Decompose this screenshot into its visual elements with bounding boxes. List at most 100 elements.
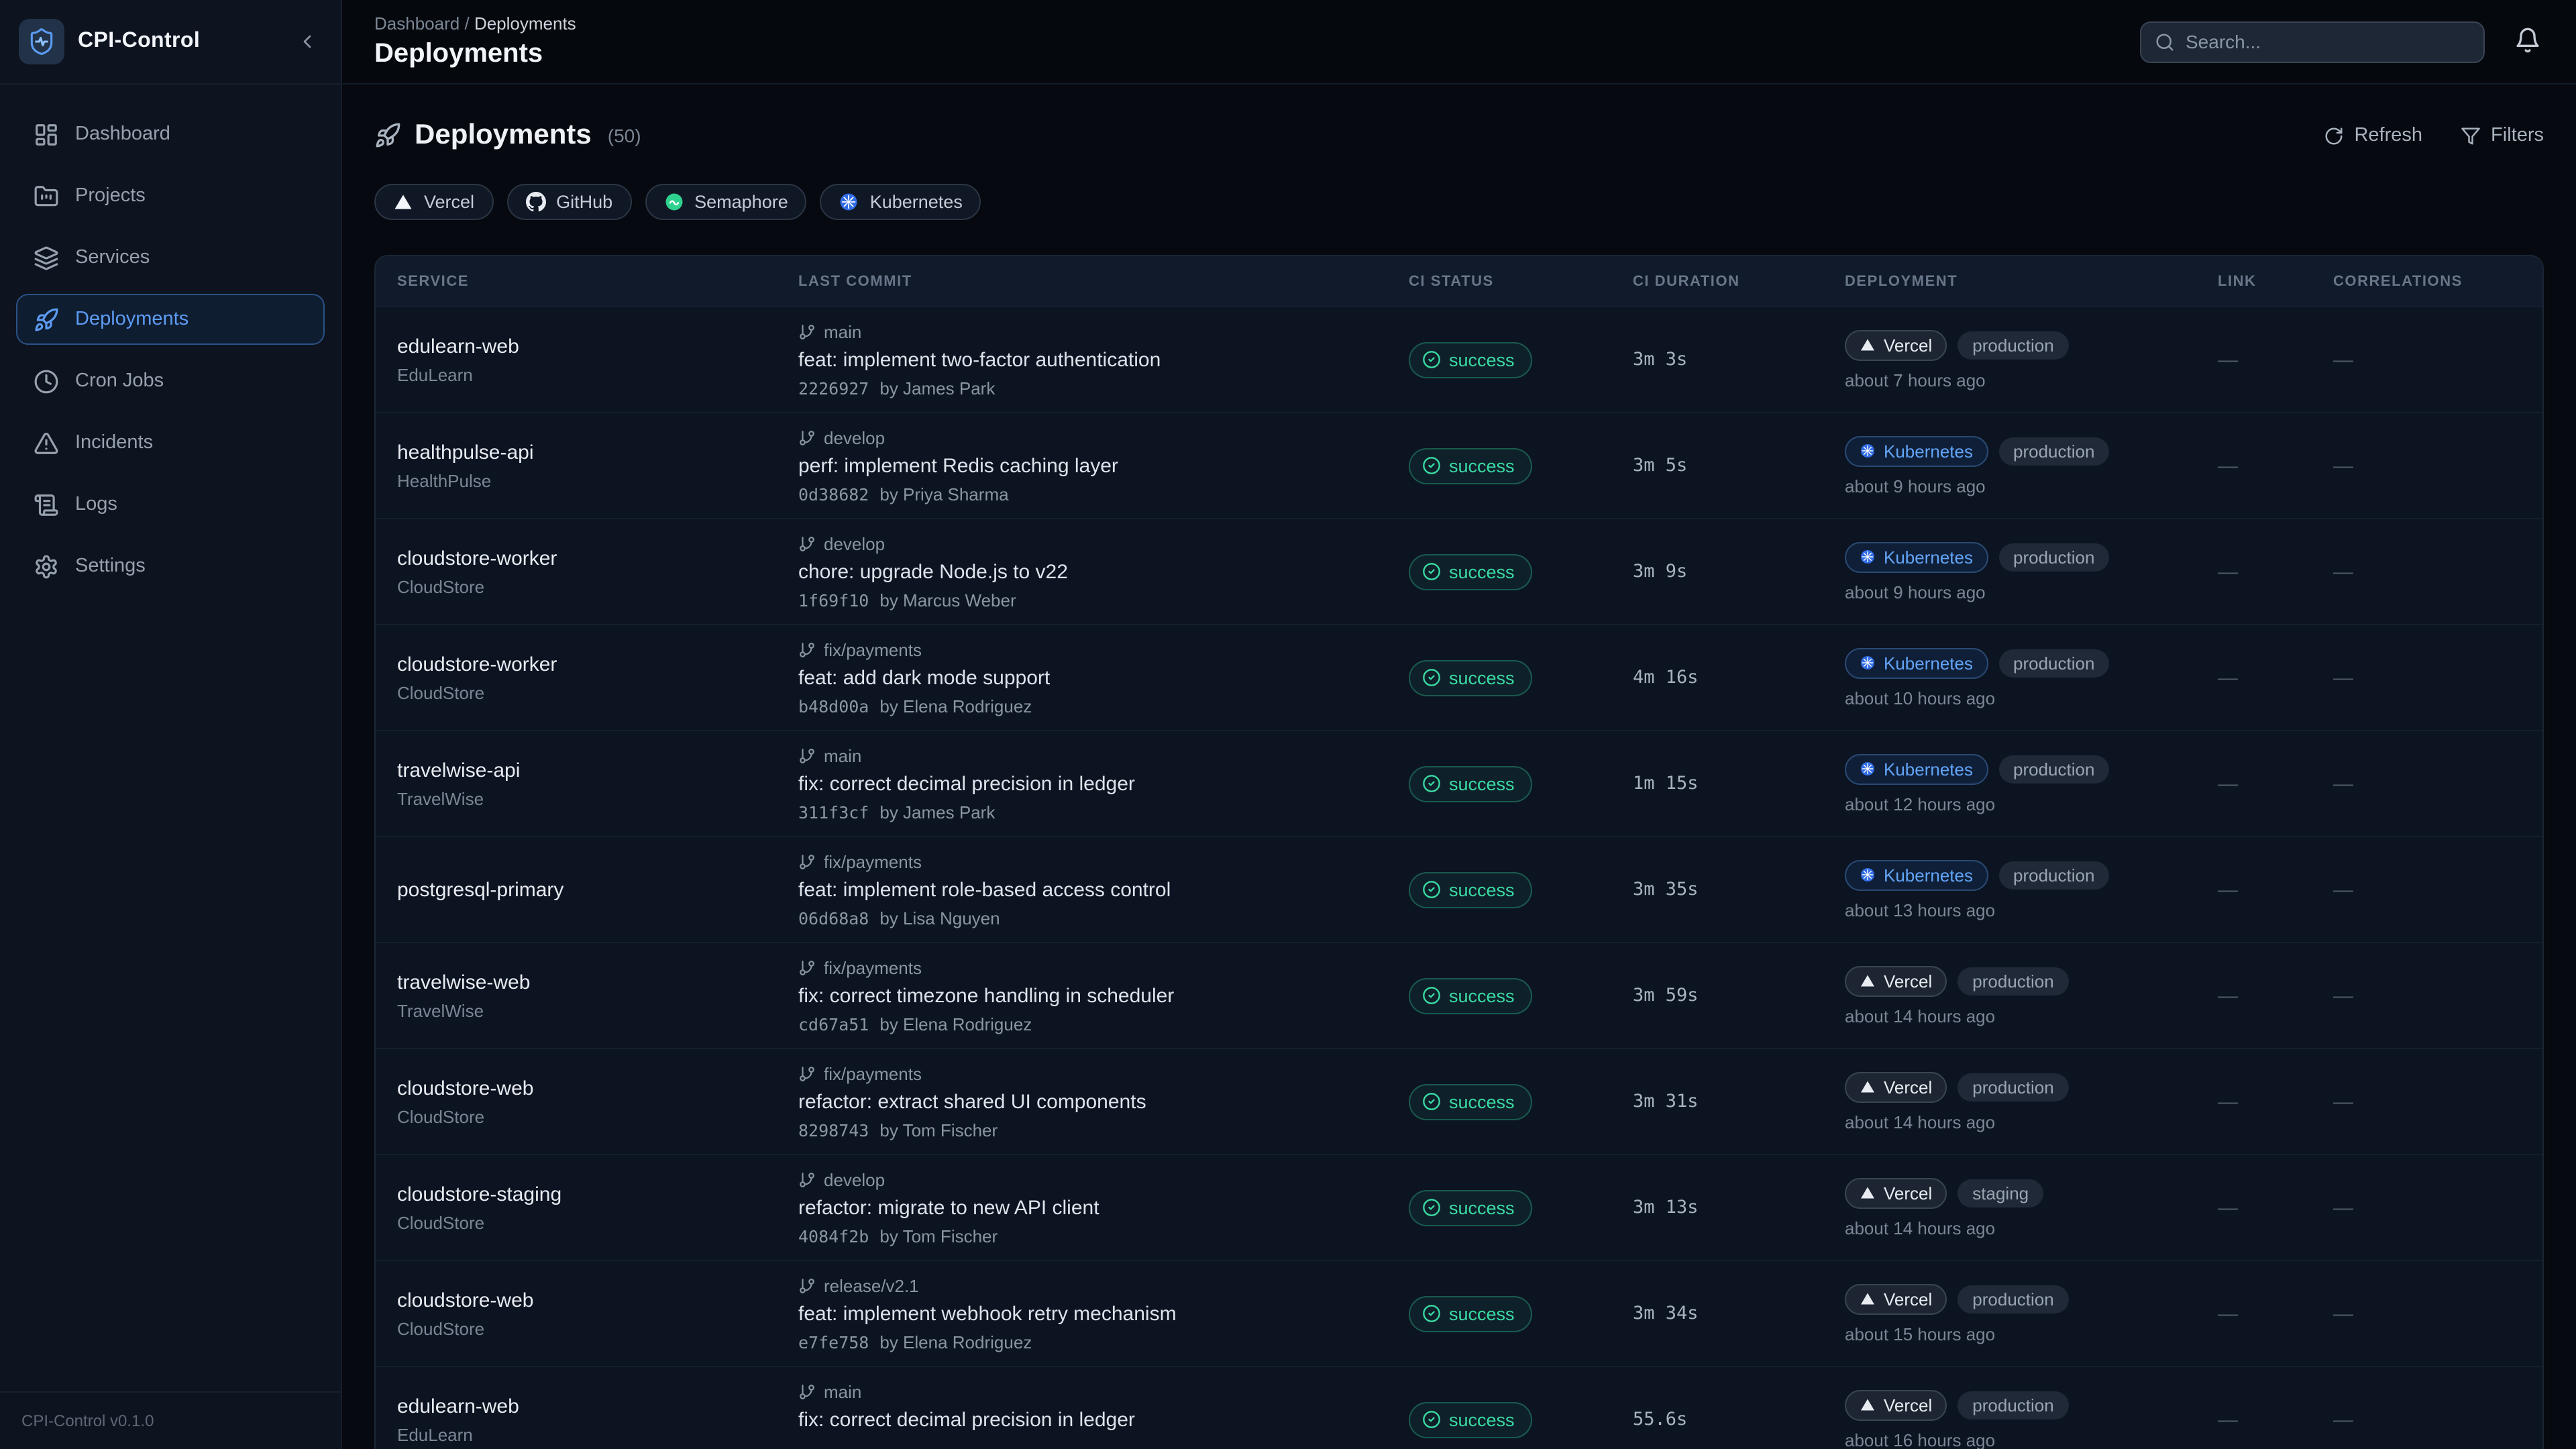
gear-icon <box>34 553 59 579</box>
table-row[interactable]: cloudstore-stagingCloudStoredeveloprefac… <box>376 1154 2542 1260</box>
deployment-cell: Vercelproductionabout 15 hours ago <box>1845 1283 2218 1344</box>
provider-badge: Kubernetes <box>1845 435 1988 466</box>
service-team: TravelWise <box>397 788 798 808</box>
sidebar-item-label: Services <box>75 247 150 268</box>
vercel-icon <box>1860 1079 1876 1095</box>
filters-button[interactable]: Filters <box>2460 125 2544 146</box>
deployment-time: about 12 hours ago <box>1845 794 2218 814</box>
git-branch-icon <box>798 641 816 658</box>
deployment-time: about 13 hours ago <box>1845 900 2218 920</box>
breadcrumb-parent[interactable]: Dashboard <box>374 13 460 34</box>
provider-badge: Kubernetes <box>1845 753 1988 784</box>
sidebar-header: CPI-Control <box>0 0 341 85</box>
table-row[interactable]: edulearn-webEduLearnmainfix: correct dec… <box>376 1366 2542 1449</box>
git-branch-icon <box>798 1171 816 1188</box>
correlations-cell: — <box>2333 560 2521 583</box>
refresh-button[interactable]: Refresh <box>2323 125 2422 146</box>
git-branch-icon <box>798 853 816 870</box>
git-branch-icon <box>798 429 816 446</box>
table-row[interactable]: healthpulse-apiHealthPulsedevelopperf: i… <box>376 412 2542 518</box>
filter-chip-kubernetes[interactable]: Kubernetes <box>820 184 981 220</box>
search-box <box>2140 21 2485 62</box>
commit-author: by Marcus Weber <box>879 590 1016 610</box>
git-branch-icon <box>798 959 816 976</box>
sidebar-item-label: Cron Jobs <box>75 370 164 392</box>
sidebar-collapse-button[interactable] <box>292 27 322 56</box>
dashboard-icon <box>34 121 59 147</box>
sidebar-item-incidents[interactable]: Incidents <box>16 417 325 468</box>
ci-duration: 3m 35s <box>1633 879 1845 900</box>
sidebar-item-projects[interactable]: Projects <box>16 170 325 221</box>
commit-cell: fix/paymentsfix: correct timezone handli… <box>798 957 1409 1034</box>
vercel-icon <box>393 192 413 212</box>
table-row[interactable]: edulearn-webEduLearnmainfeat: implement … <box>376 306 2542 412</box>
provider-badge: Vercel <box>1845 1177 1947 1208</box>
commit-hash: cd67a51 <box>798 1014 869 1034</box>
commit-cell: develop perf: implement Redis caching lay… <box>798 427 1409 504</box>
sidebar-item-deployments[interactable]: Deployments <box>16 294 325 345</box>
commit-branch: fix/payments <box>798 1063 1409 1083</box>
sidebar-item-dashboard[interactable]: Dashboard <box>16 109 325 160</box>
commit-branch: develop <box>798 427 1409 447</box>
commit-meta: 2226927by James Park <box>798 378 1409 398</box>
service-name: cloudstore-web <box>397 1077 798 1099</box>
check-circle-icon <box>1422 562 1441 581</box>
link-cell: — <box>2218 1408 2333 1431</box>
sidebar: CPI-Control Dashboard Projects Services Dep… <box>0 0 342 1449</box>
app-logo <box>19 19 64 64</box>
status-badge: success <box>1409 553 1532 590</box>
sidebar-item-cron-jobs[interactable]: Cron Jobs <box>16 356 325 407</box>
sidebar-item-services[interactable]: Services <box>16 232 325 283</box>
chip-label: GitHub <box>556 192 612 212</box>
service-cell: edulearn-webEduLearn <box>397 335 798 384</box>
table-row[interactable]: cloudstore-webCloudStorerelease/v2.1feat… <box>376 1260 2542 1366</box>
sidebar-item-settings[interactable]: Settings <box>16 541 325 592</box>
vercel-icon <box>1860 973 1876 989</box>
ci-status-cell: success <box>1409 447 1633 484</box>
ci-duration: 3m 9s <box>1633 561 1845 582</box>
commit-message: perf: implement Redis caching layer <box>798 454 1409 477</box>
table-row[interactable]: cloudstore-workerCloudStorefix/paymentsf… <box>376 624 2542 730</box>
notifications-bell-button[interactable] <box>2514 27 2544 56</box>
sidebar-item-label: Deployments <box>75 309 189 330</box>
commit-meta: 311f3cfby James Park <box>798 802 1409 822</box>
table-row[interactable]: cloudstore-webCloudStorefix/paymentsrefa… <box>376 1048 2542 1154</box>
deployment-time: about 10 hours ago <box>1845 688 2218 708</box>
deployment-cell: Kubernetesproductionabout 10 hours ago <box>1845 647 2218 708</box>
table-row[interactable]: travelwise-webTravelWisefix/paymentsfix:… <box>376 942 2542 1048</box>
correlations-cell: — <box>2333 1196 2521 1219</box>
breadcrumb: Dashboard / Deployments <box>374 13 576 34</box>
filter-chip-semaphore[interactable]: Semaphore <box>645 184 807 220</box>
correlations-cell: — <box>2333 348 2521 371</box>
environment-badge: production <box>1998 861 2109 889</box>
ci-status-cell: success <box>1409 765 1633 802</box>
section-header-left: Deployments (50) <box>374 119 641 152</box>
ci-duration: 3m 3s <box>1633 349 1845 370</box>
table-row[interactable]: postgresql-primaryfix/paymentsfeat: impl… <box>376 836 2542 942</box>
filter-chip-github[interactable]: GitHub <box>506 184 631 220</box>
kubernetes-icon <box>1860 655 1876 671</box>
service-team: CloudStore <box>397 1212 798 1232</box>
table-header-row: SERVICELAST COMMITCI STATUSCI DURATIONDE… <box>376 256 2542 306</box>
filter-chip-vercel[interactable]: Vercel <box>374 184 493 220</box>
commit-meta: 06d68a8by Lisa Nguyen <box>798 908 1409 928</box>
commit-author: by Tom Fischer <box>879 1120 998 1140</box>
layers-icon <box>34 245 59 270</box>
sidebar-item-logs[interactable]: Logs <box>16 479 325 530</box>
service-name: cloudstore-staging <box>397 1183 798 1205</box>
commit-branch: develop <box>798 1169 1409 1189</box>
commit-cell: release/v2.1feat: implement webhook retr… <box>798 1275 1409 1352</box>
status-badge: success <box>1409 447 1532 484</box>
commit-message: fix: correct decimal precision in ledger <box>798 772 1409 795</box>
commit-message: chore: upgrade Node.js to v22 <box>798 560 1409 583</box>
deployment-time: about 9 hours ago <box>1845 582 2218 602</box>
commit-meta: 1f69f10by Marcus Weber <box>798 590 1409 610</box>
table-row[interactable]: travelwise-apiTravelWisemainfix: correct… <box>376 730 2542 836</box>
check-circle-icon <box>1422 1092 1441 1111</box>
service-cell: postgresql-primary <box>397 878 798 901</box>
provider-badge: Vercel <box>1845 1389 1947 1420</box>
sidebar-item-label: Incidents <box>75 432 153 453</box>
table-row[interactable]: cloudstore-workerCloudStoredevelopchore:… <box>376 518 2542 624</box>
search-input[interactable] <box>2186 31 2470 52</box>
deployment-cell: Kubernetesproductionabout 9 hours ago <box>1845 435 2218 496</box>
